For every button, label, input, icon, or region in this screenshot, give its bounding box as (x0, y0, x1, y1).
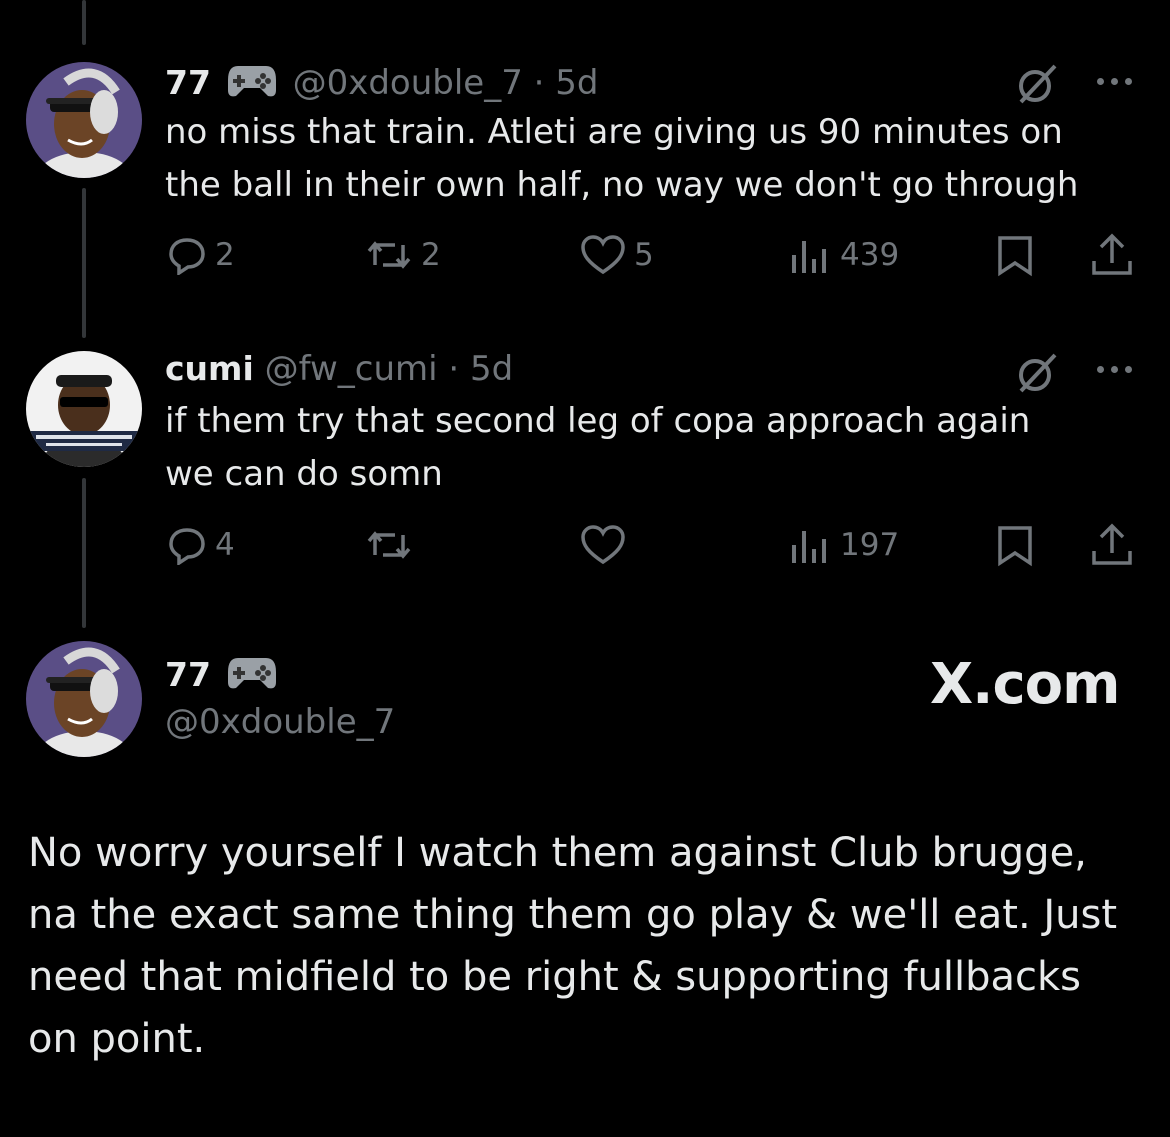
display-name[interactable]: cumi (165, 349, 254, 388)
share-button[interactable] (1090, 523, 1134, 567)
reply-icon (169, 528, 205, 565)
repost-button[interactable]: 2 (365, 235, 441, 275)
thread-line-middle (82, 188, 86, 338)
reply-button[interactable]: 2 (167, 235, 235, 275)
views-button[interactable]: 197 (788, 525, 899, 565)
bookmark-icon (998, 236, 1032, 277)
repost-icon (367, 531, 411, 559)
post-header: 77 (165, 652, 282, 701)
main-post-line: need that midfield to be right & support… (28, 954, 1082, 1000)
like-button[interactable]: 5 (580, 235, 654, 275)
avatar[interactable] (26, 62, 142, 178)
handle[interactable]: @0xdouble_7 (165, 702, 395, 742)
timestamp[interactable]: 5d (470, 349, 513, 389)
share-icon (1092, 233, 1132, 275)
repost-count: 2 (421, 237, 441, 273)
post-text: no miss that train. Atleti are giving us… (165, 106, 1078, 212)
post-text-line: we can do somn (165, 454, 443, 494)
bookmark-icon (998, 526, 1032, 567)
brand-label: X.com (930, 652, 1120, 717)
gamepad-icon (226, 652, 278, 701)
reply-count: 4 (215, 527, 235, 563)
more-icon[interactable] (1097, 78, 1132, 85)
avatar[interactable] (26, 351, 142, 467)
like-button[interactable] (580, 525, 634, 565)
view-count: 197 (840, 527, 900, 563)
bookmark-button[interactable] (996, 525, 1034, 567)
repost-button[interactable] (365, 525, 421, 565)
view-count: 439 (840, 237, 900, 273)
main-post-line: No worry yourself I watch them against C… (28, 830, 1087, 876)
reply-button[interactable]: 4 (167, 525, 235, 565)
avatar[interactable] (26, 641, 142, 757)
share-button[interactable] (1090, 233, 1134, 277)
more-icon[interactable] (1097, 366, 1132, 373)
display-name[interactable]: 77 (165, 63, 211, 102)
share-icon (1092, 523, 1132, 565)
post-text-line: the ball in their own half, no way we do… (165, 165, 1079, 205)
main-post-line: on point. (28, 1016, 206, 1062)
main-post-line: na the exact same thing them go play & w… (28, 892, 1118, 938)
like-icon (581, 525, 625, 565)
separator: · (533, 63, 545, 103)
post-header: cumi @fw_cumi · 5d (165, 349, 513, 389)
post-header: 77 @0xdouble_7 · 5d (165, 60, 598, 109)
bookmark-button[interactable] (996, 235, 1034, 277)
handle[interactable]: @0xdouble_7 (293, 63, 523, 103)
gamepad-icon (226, 60, 278, 109)
timestamp[interactable]: 5d (555, 63, 598, 103)
grok-icon[interactable] (1015, 62, 1059, 110)
views-button[interactable]: 439 (788, 235, 899, 275)
reply-count: 2 (215, 237, 235, 273)
post-text: if them try that second leg of copa appr… (165, 395, 1030, 501)
views-icon (792, 531, 826, 563)
like-icon (581, 235, 625, 275)
grok-icon[interactable] (1015, 351, 1059, 399)
handle[interactable]: @fw_cumi (265, 349, 438, 389)
thread-line-bottom (82, 478, 86, 628)
like-count: 5 (634, 237, 654, 273)
views-icon (792, 241, 826, 273)
thread-line-top (82, 0, 86, 45)
reply-icon (169, 238, 205, 275)
post-text-line: if them try that second leg of copa appr… (165, 401, 1031, 441)
separator: · (448, 349, 460, 389)
display-name[interactable]: 77 (165, 655, 211, 694)
main-post-text: No worry yourself I watch them against C… (28, 822, 1138, 1070)
post-text-line: no miss that train. Atleti are giving us… (165, 112, 1063, 152)
repost-icon (367, 241, 411, 269)
